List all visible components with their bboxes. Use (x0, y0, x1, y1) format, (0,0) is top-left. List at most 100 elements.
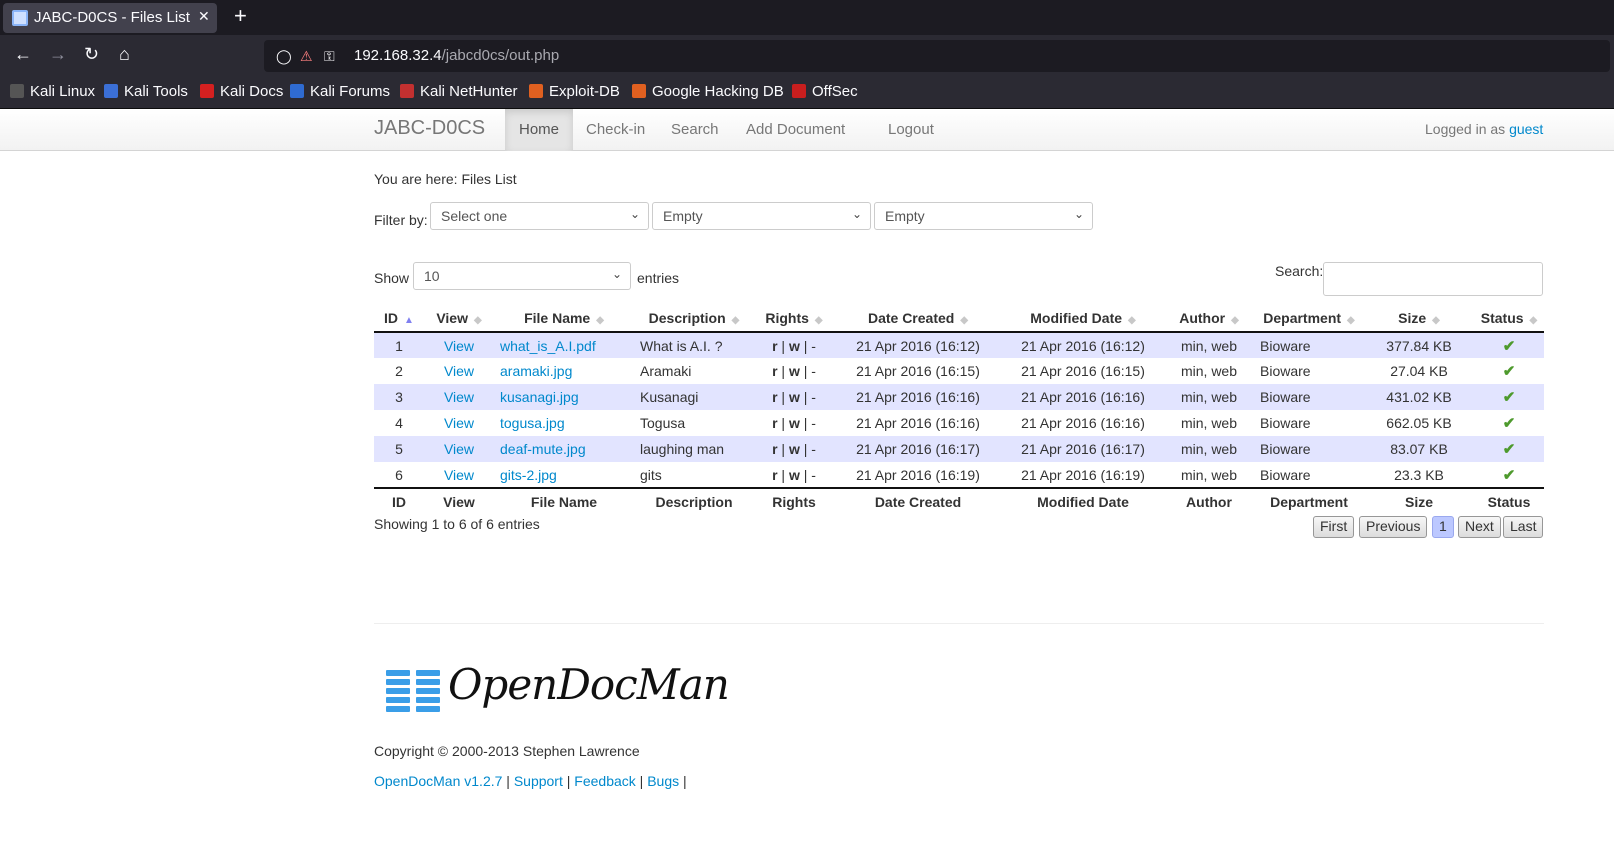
cell-rights: r | w | - (772, 441, 816, 457)
cell-id: 1 (395, 337, 403, 354)
filter-label: Filter by: (374, 212, 428, 228)
col-header-date-created[interactable]: Date Created ◆ (834, 304, 1002, 333)
browser-tab[interactable]: JABC-D0CS - Files List ✕ (3, 3, 217, 33)
current-page-button[interactable]: 1 (1432, 516, 1454, 538)
table-row: 3 View kusanagi.jpg Kusanagi r | w | - 21 Apr… (374, 384, 1544, 410)
first-page-button[interactable]: First (1313, 516, 1355, 538)
cell-department: Bioware (1260, 363, 1311, 379)
bookmark-google-hacking-db[interactable]: Google Hacking DB (632, 83, 784, 100)
bookmark-exploit-db[interactable]: Exploit-DB (529, 83, 620, 100)
cell-description: Kusanagi (640, 389, 699, 405)
bookmark-kali-docs[interactable]: Kali Docs (200, 83, 283, 100)
nav-logout[interactable]: Logout (874, 109, 948, 151)
reload-icon[interactable]: ↻ (84, 44, 99, 64)
site-navbar: JABC-D0CS Home Check-in Search Add Docum… (0, 109, 1614, 151)
nav-add-document[interactable]: Add Document (732, 109, 859, 151)
footer-link-support[interactable]: Support (514, 773, 563, 789)
logo-text: OpenDocMan (448, 660, 730, 709)
nav-search[interactable]: Search (657, 109, 733, 151)
entries-per-page-select[interactable]: 10 ⌄ (413, 262, 631, 290)
view-link[interactable]: View (444, 363, 474, 379)
sort-icon: ◆ (1128, 314, 1136, 326)
search-input[interactable] (1323, 262, 1543, 296)
col-header-size[interactable]: Size ◆ (1364, 304, 1474, 333)
cell-department: Bioware (1260, 441, 1311, 457)
col-header-author[interactable]: Author ◆ (1164, 304, 1254, 333)
file-name-link[interactable]: deaf-mute.jpg (500, 441, 586, 457)
url-text[interactable]: 192.168.32.4/jabcd0cs/out.php (354, 47, 559, 64)
filter-select-3[interactable]: Empty ⌄ (874, 202, 1093, 230)
files-table: ID ▲ View ◆ File Name ◆ Description ◆ Rights… (374, 304, 1544, 514)
address-bar[interactable]: ◯ ⚠ ⚿ 192.168.32.4/jabcd0cs/out.php (264, 40, 1610, 72)
home-icon[interactable]: ⌂ (119, 44, 130, 64)
forward-arrow-icon[interactable]: → (49, 44, 67, 64)
footer-col-author: Author (1164, 487, 1254, 514)
new-tab-icon[interactable]: + (234, 3, 247, 29)
filter-select-1[interactable]: Select one ⌄ (430, 202, 649, 230)
bookmark-offsec[interactable]: OffSec (792, 83, 858, 100)
col-header-modified-date[interactable]: Modified Date ◆ (1002, 304, 1164, 333)
bookmark-kali-nethunter[interactable]: Kali NetHunter (400, 83, 518, 100)
cell-id: 6 (395, 466, 403, 483)
cell-description: Aramaki (640, 363, 692, 379)
cell-rights: r | w | - (772, 466, 816, 483)
previous-page-button[interactable]: Previous (1359, 516, 1428, 538)
file-name-link[interactable]: gits-2.jpg (500, 467, 557, 483)
cell-department: Bioware (1260, 415, 1311, 431)
view-link[interactable]: View (444, 415, 474, 431)
chevron-down-icon: ⌄ (1073, 207, 1084, 221)
table-row: 1 View what_is_A.I.pdf What is A.I. ? r | w … (374, 332, 1544, 358)
user-link[interactable]: guest (1509, 121, 1543, 137)
nav-home[interactable]: Home (505, 109, 574, 151)
col-header-department[interactable]: Department ◆ (1254, 304, 1364, 333)
table-footer-row: ID View File Name Description Rights Dat… (374, 487, 1544, 514)
tab-title: JABC-D0CS - Files List (34, 9, 190, 26)
cell-description: What is A.I. ? (640, 337, 723, 354)
view-link[interactable]: View (444, 338, 474, 354)
cell-modified-date: 21 Apr 2016 (16:17) (1021, 441, 1145, 457)
back-arrow-icon[interactable]: ← (14, 44, 32, 64)
sort-icon: ◆ (473, 314, 482, 326)
bookmark-kali-forums[interactable]: Kali Forums (290, 83, 390, 100)
view-link[interactable]: View (444, 467, 474, 483)
check-icon: ✔ (1502, 389, 1516, 406)
col-header-description[interactable]: Description ◆ (634, 304, 754, 333)
footer-link-version[interactable]: OpenDocMan v1.2.7 (374, 773, 502, 789)
col-header-view[interactable]: View ◆ (424, 304, 494, 333)
footer-link-bugs[interactable]: Bugs (647, 773, 679, 789)
file-name-link[interactable]: what_is_A.I.pdf (500, 338, 596, 354)
cell-description: laughing man (640, 441, 725, 457)
shield-icon[interactable]: ◯ (276, 48, 292, 65)
cell-modified-date: 21 Apr 2016 (16:15) (1021, 363, 1145, 379)
footer-link-feedback[interactable]: Feedback (574, 773, 635, 789)
view-link[interactable]: View (444, 389, 474, 405)
col-header-status[interactable]: Status ◆ (1474, 304, 1544, 333)
last-page-button[interactable]: Last (1503, 516, 1544, 538)
cell-author: min, web (1180, 363, 1238, 379)
logged-in-status: Logged in as guest (1425, 121, 1544, 137)
site-brand[interactable]: JABC-D0CS (374, 117, 485, 140)
insecure-lock-icon[interactable]: ⚠ (300, 48, 313, 65)
cell-size: 27.04 KB (1390, 363, 1448, 379)
key-icon[interactable]: ⚿ (324, 48, 335, 65)
kali-dragon-icon (10, 84, 24, 98)
file-name-link[interactable]: togusa.jpg (500, 415, 565, 431)
check-icon: ✔ (1502, 363, 1516, 380)
kali-docs-icon (200, 84, 214, 98)
bookmark-kali-linux[interactable]: Kali Linux (10, 83, 95, 100)
bookmark-kali-tools[interactable]: Kali Tools (104, 83, 188, 100)
check-icon: ✔ (1502, 337, 1516, 355)
col-header-file-name[interactable]: File Name ◆ (494, 304, 634, 333)
view-link[interactable]: View (444, 441, 474, 457)
next-page-button[interactable]: Next (1458, 516, 1501, 538)
file-name-link[interactable]: aramaki.jpg (500, 363, 572, 379)
nav-check-in[interactable]: Check-in (572, 109, 659, 151)
col-header-id[interactable]: ID ▲ (374, 304, 424, 333)
cell-rights: r | w | - (772, 337, 816, 354)
col-header-rights[interactable]: Rights ◆ (754, 304, 834, 333)
filter-select-2[interactable]: Empty ⌄ (652, 202, 871, 230)
table-body: 1 View what_is_A.I.pdf What is A.I. ? r | w … (374, 332, 1544, 488)
footer-col-rights: Rights (754, 487, 834, 514)
file-name-link[interactable]: kusanagi.jpg (500, 389, 579, 405)
close-tab-icon[interactable]: ✕ (198, 8, 210, 25)
